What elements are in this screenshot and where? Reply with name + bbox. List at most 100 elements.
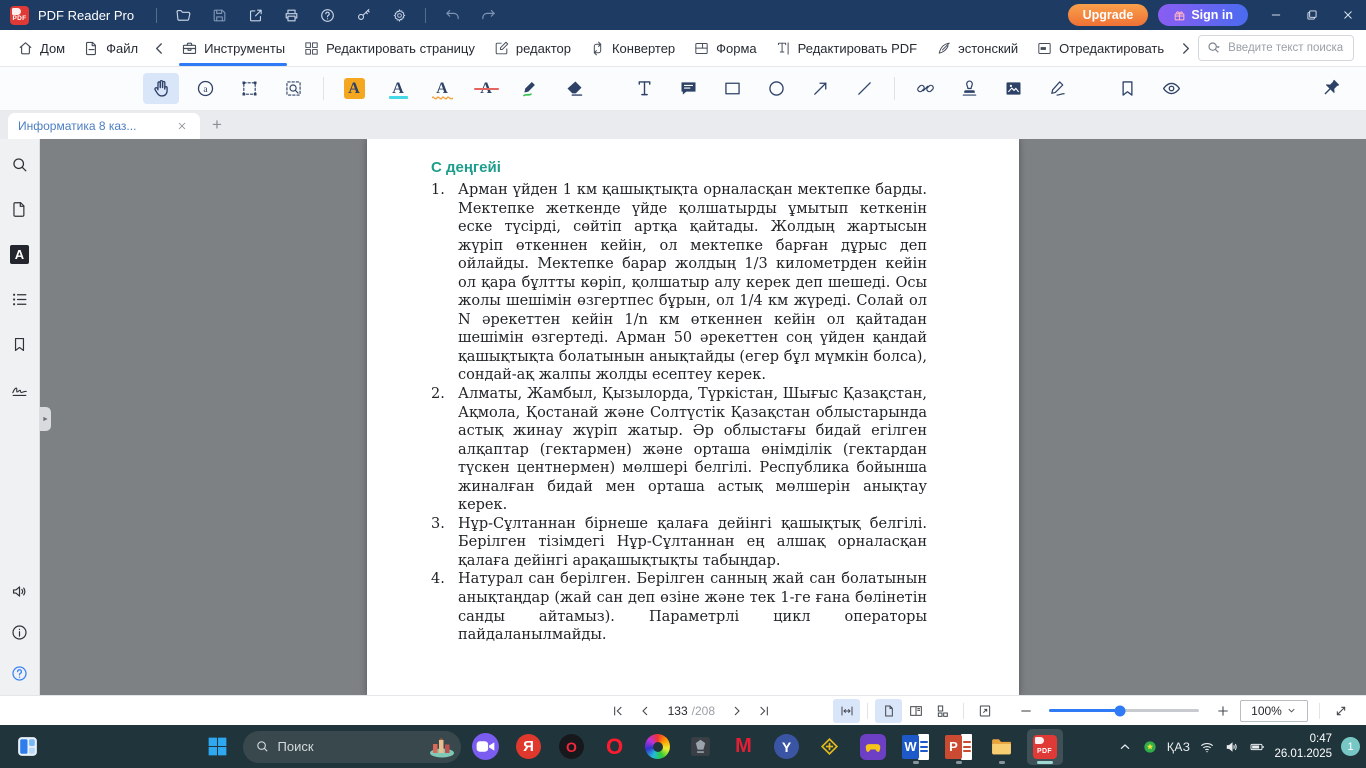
note-tool[interactable] bbox=[670, 73, 706, 104]
menu-edit-page[interactable]: Редактировать страницу bbox=[294, 30, 484, 66]
arrow-tool[interactable] bbox=[802, 73, 838, 104]
zoom-slider[interactable] bbox=[1049, 709, 1199, 712]
notification-badge[interactable]: 1 bbox=[1341, 737, 1360, 756]
menu-scroll-left[interactable] bbox=[147, 30, 172, 66]
yandex-services-icon[interactable]: Y bbox=[769, 729, 805, 765]
menu-redact[interactable]: Отредактировать bbox=[1027, 30, 1173, 66]
share-icon[interactable] bbox=[237, 0, 273, 30]
world-of-tanks-icon[interactable] bbox=[683, 729, 719, 765]
print-icon[interactable] bbox=[273, 0, 309, 30]
bookmark-tool[interactable] bbox=[1109, 73, 1145, 104]
menu-converter[interactable]: Конвертер bbox=[580, 30, 684, 66]
zoom-level-dropdown[interactable]: 100% bbox=[1240, 700, 1308, 722]
prev-page-button[interactable] bbox=[632, 699, 659, 723]
zoom-area-tool[interactable] bbox=[275, 73, 311, 104]
image-tool[interactable] bbox=[995, 73, 1031, 104]
last-page-button[interactable] bbox=[750, 699, 777, 723]
opera-gx-icon[interactable]: O bbox=[554, 729, 590, 765]
close-button[interactable] bbox=[1330, 0, 1366, 30]
settings-icon[interactable] bbox=[381, 0, 417, 30]
sidebar-info[interactable] bbox=[10, 623, 29, 642]
menu-file[interactable]: Файл bbox=[74, 30, 147, 66]
menu-home[interactable]: Дом bbox=[8, 30, 74, 66]
pdf-viewport[interactable]: ► С деңгейі 1.Арман үйден 1 км қашықтықт… bbox=[40, 139, 1366, 695]
stamp-tool[interactable] bbox=[951, 73, 987, 104]
marquee-select-tool[interactable] bbox=[231, 73, 267, 104]
text-box-tool[interactable] bbox=[626, 73, 662, 104]
search-highlight-image[interactable] bbox=[428, 735, 456, 759]
document-search-box[interactable] bbox=[1198, 35, 1354, 61]
zoom-slider-thumb[interactable] bbox=[1114, 705, 1125, 716]
rectangle-tool[interactable] bbox=[714, 73, 750, 104]
pin-toolbar-button[interactable] bbox=[1312, 73, 1348, 104]
menu-edit-pdf[interactable]: Редактировать PDF bbox=[766, 30, 926, 66]
highlight-tool[interactable]: A bbox=[336, 73, 372, 104]
freehand-pen-tool[interactable] bbox=[512, 73, 548, 104]
save-icon[interactable] bbox=[201, 0, 237, 30]
next-page-button[interactable] bbox=[723, 699, 750, 723]
tab-close-icon[interactable] bbox=[174, 120, 190, 132]
undo-icon[interactable] bbox=[434, 0, 470, 30]
volume-icon[interactable] bbox=[1224, 739, 1240, 755]
clock[interactable]: 0:47 26.01.2025 bbox=[1274, 732, 1332, 762]
widgets-button[interactable] bbox=[10, 730, 44, 764]
first-page-button[interactable] bbox=[605, 699, 632, 723]
chat-button[interactable] bbox=[468, 729, 504, 765]
powerpoint-icon[interactable]: P bbox=[941, 729, 977, 765]
single-page-view-button[interactable] bbox=[875, 699, 902, 723]
zoom-out-button[interactable] bbox=[1012, 699, 1039, 723]
open-file-icon[interactable] bbox=[165, 0, 201, 30]
sidebar-annotations[interactable]: A bbox=[10, 245, 29, 264]
file-explorer-icon[interactable] bbox=[984, 729, 1020, 765]
squiggly-tool[interactable]: A bbox=[424, 73, 460, 104]
taskbar-search[interactable]: Поиск bbox=[243, 731, 461, 763]
signin-button[interactable]: Sign in bbox=[1158, 4, 1248, 26]
yandex-browser-icon[interactable]: Я bbox=[511, 729, 547, 765]
sidebar-help[interactable] bbox=[10, 664, 29, 683]
sidebar-read-aloud[interactable] bbox=[10, 582, 29, 601]
strikeout-tool[interactable]: A bbox=[468, 73, 504, 104]
fullscreen-button[interactable] bbox=[1327, 699, 1354, 723]
battery-icon[interactable] bbox=[1249, 739, 1265, 755]
scroll-mode-button[interactable] bbox=[971, 699, 998, 723]
ellipse-tool[interactable] bbox=[758, 73, 794, 104]
sidebar-expander[interactable]: ► bbox=[40, 407, 51, 431]
sidebar-signatures[interactable] bbox=[10, 380, 29, 399]
line-tool[interactable] bbox=[846, 73, 882, 104]
menu-editor[interactable]: редактор bbox=[484, 30, 580, 66]
minimize-button[interactable] bbox=[1258, 0, 1294, 30]
redo-icon[interactable] bbox=[470, 0, 506, 30]
antivirus-tray-icon[interactable] bbox=[1142, 739, 1158, 755]
upgrade-button[interactable]: Upgrade bbox=[1068, 4, 1149, 26]
sidebar-bookmarks[interactable] bbox=[10, 335, 29, 354]
new-tab-button[interactable]: + bbox=[200, 115, 234, 135]
opera-icon[interactable]: O bbox=[597, 729, 633, 765]
sidebar-thumbnails[interactable] bbox=[10, 200, 29, 219]
eraser-tool[interactable] bbox=[556, 73, 592, 104]
two-page-view-button[interactable] bbox=[902, 699, 929, 723]
key-icon[interactable] bbox=[345, 0, 381, 30]
restore-button[interactable] bbox=[1294, 0, 1330, 30]
menu-form[interactable]: Форма bbox=[684, 30, 766, 66]
fit-width-button[interactable] bbox=[833, 699, 860, 723]
multi-page-view-button[interactable] bbox=[929, 699, 956, 723]
wifi-icon[interactable] bbox=[1199, 739, 1215, 755]
menu-scroll-right[interactable] bbox=[1173, 30, 1198, 66]
menu-estonian[interactable]: эстонский bbox=[926, 30, 1027, 66]
search-input[interactable] bbox=[1228, 42, 1346, 54]
tray-chevron-up-icon[interactable] bbox=[1117, 739, 1133, 755]
pdf-reader-pro-taskbar-icon[interactable]: PDF bbox=[1027, 729, 1063, 765]
zoom-in-button[interactable] bbox=[1209, 699, 1236, 723]
current-page-field[interactable]: 133 bbox=[667, 704, 689, 718]
link-tool[interactable] bbox=[907, 73, 943, 104]
sidebar-search[interactable] bbox=[10, 155, 29, 174]
view-tool[interactable] bbox=[1153, 73, 1189, 104]
keyboard-language[interactable]: ҚАЗ bbox=[1167, 740, 1191, 754]
menu-tools[interactable]: Инструменты bbox=[172, 30, 294, 66]
game-center-icon[interactable] bbox=[855, 729, 891, 765]
help-icon[interactable] bbox=[309, 0, 345, 30]
start-button[interactable] bbox=[200, 729, 236, 765]
text-select-tool[interactable]: a bbox=[187, 73, 223, 104]
sidebar-outline[interactable] bbox=[10, 290, 29, 309]
game-emblem-icon[interactable] bbox=[812, 729, 848, 765]
